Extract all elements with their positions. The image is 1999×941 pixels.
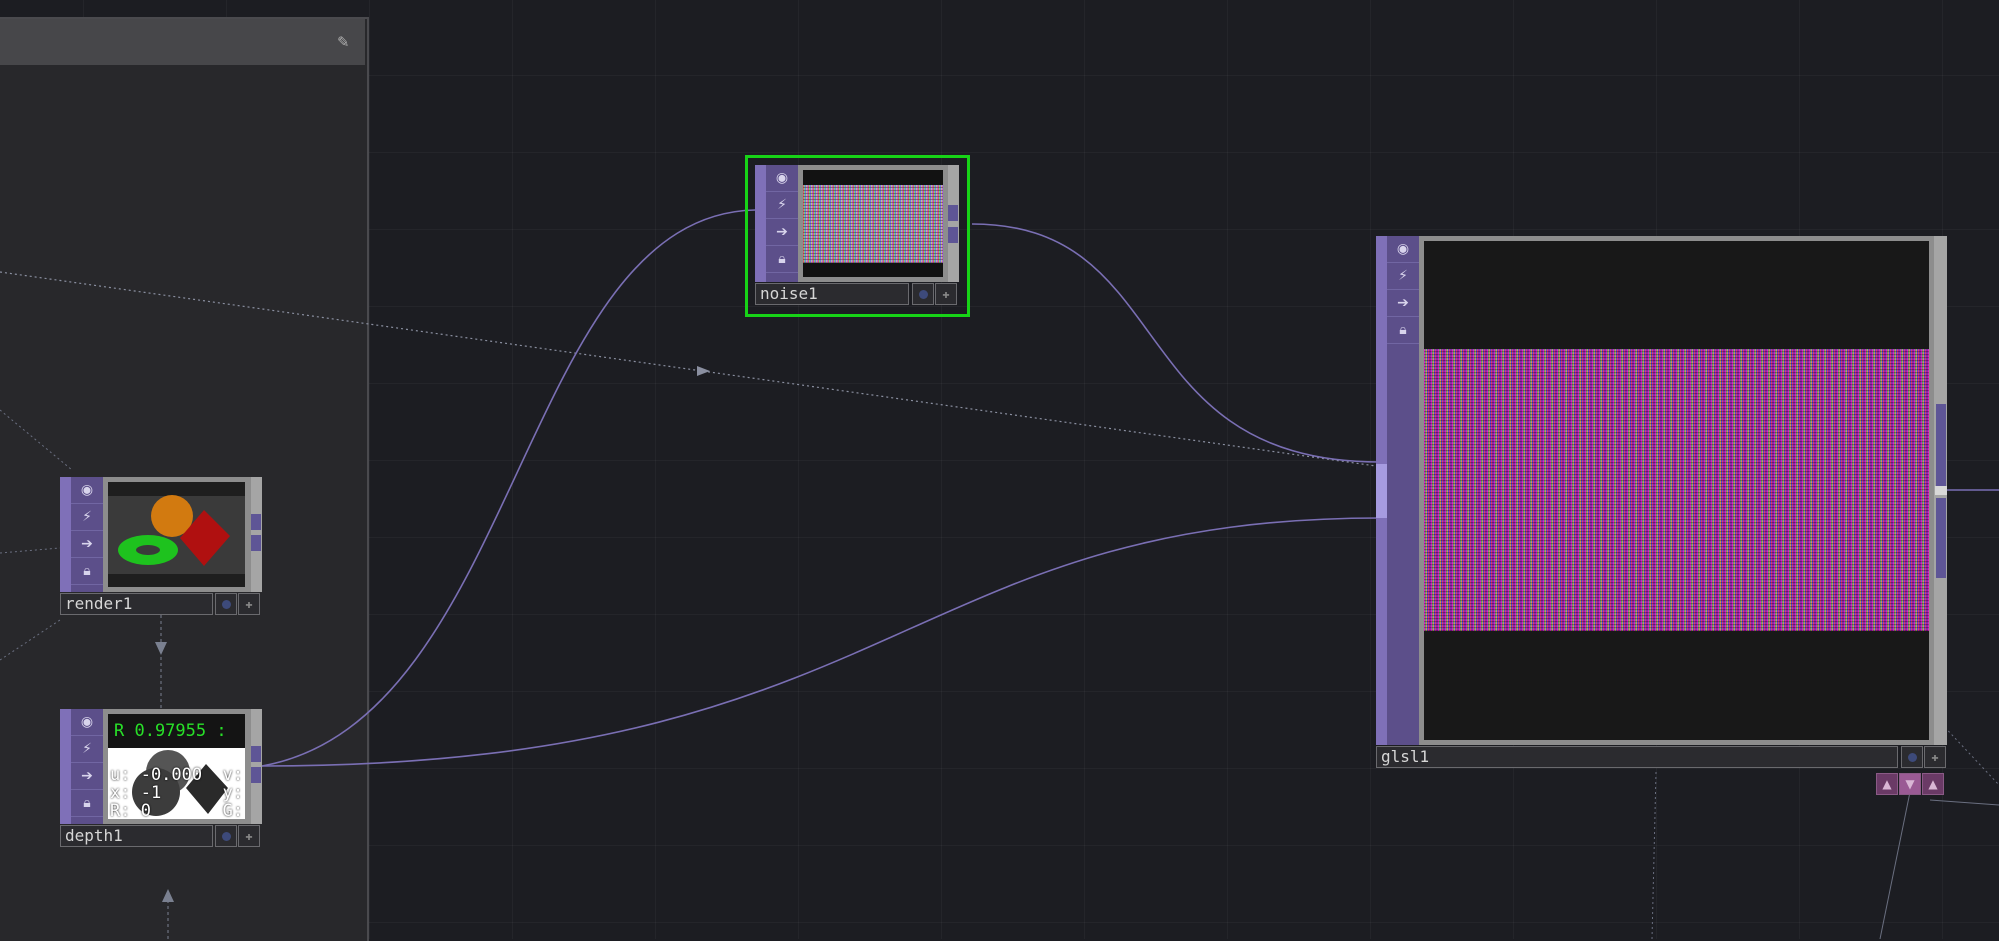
reference-arrow (155, 642, 167, 655)
depth1-readout-rg: R: 0 G: (110, 801, 244, 820)
bypass-icon[interactable]: ⚡ (1387, 263, 1419, 290)
wire-noise1-to-glsl1[interactable] (971, 223, 1381, 463)
cook-up-icon[interactable]: ▲ (1876, 773, 1898, 795)
render1-operator[interactable]: ◉ ⚡ ➔ 🔒︎ render1 ✚ (60, 477, 262, 617)
depth1-viewer-button[interactable] (215, 825, 237, 847)
glsl1-preview-image (1424, 349, 1929, 631)
render1-output-connector[interactable] (251, 514, 261, 530)
depth1-operator[interactable]: ◉ ⚡ ➔ 🔒︎ R 0.97955 : u: -0.000 v: x: -1 … (60, 709, 262, 849)
render1-output-connector[interactable] (251, 535, 261, 551)
viewer-dot-icon (221, 831, 231, 841)
viewer-dot-icon (918, 289, 928, 299)
viewer-dot-icon (221, 599, 231, 609)
render1-label[interactable]: render1 (60, 593, 213, 615)
reference-line (1879, 791, 1911, 939)
display-icon[interactable]: ➔ (1387, 290, 1419, 317)
bypass-icon[interactable]: ⚡ (71, 504, 103, 531)
depth1-label[interactable]: depth1 (60, 825, 213, 847)
render1-add-button[interactable]: ✚ (238, 593, 260, 615)
glsl1-operator[interactable]: ◉ ⚡ ➔ 🔒︎ glsl1 ✚ ▲ ▼ ▲ (1376, 236, 1947, 796)
bypass-icon[interactable]: ⚡ (766, 192, 798, 219)
lock-icon[interactable]: 🔒︎ (766, 246, 798, 273)
viewer-up-icon[interactable]: ▲ (1922, 773, 1944, 795)
reference-arrow (162, 889, 174, 902)
noise1-input-strip[interactable] (755, 165, 766, 282)
wire-depth1-to-noise1[interactable] (261, 209, 756, 767)
glsl1-output-connector[interactable] (1936, 498, 1946, 578)
viewer-dot-icon (1907, 752, 1917, 762)
render1-preview-image (108, 495, 245, 574)
render1-input-strip[interactable] (60, 477, 71, 592)
glsl1-body[interactable]: ◉ ⚡ ➔ 🔒︎ (1376, 236, 1947, 745)
noise1-output-connector[interactable] (948, 227, 958, 243)
viewer-toggle-icon[interactable]: ◉ (766, 165, 798, 192)
noise1-operator[interactable]: ◉ ⚡ ➔ 🔒︎ noise1 ✚ (755, 165, 959, 306)
depth1-body[interactable]: ◉ ⚡ ➔ 🔒︎ R 0.97955 : u: -0.000 v: x: -1 … (60, 709, 262, 824)
depth1-readout-xy: x: -1 y: (110, 783, 244, 803)
reference-line (1937, 719, 1999, 786)
reference-line (1929, 799, 1999, 806)
depth1-readout-uv: u: -0.000 v: (110, 765, 244, 785)
glsl1-viewer[interactable] (1424, 241, 1929, 740)
bypass-icon[interactable]: ⚡ (71, 736, 103, 763)
lock-icon[interactable]: 🔒︎ (1387, 317, 1419, 344)
cook-down-icon[interactable]: ▼ (1899, 773, 1921, 795)
viewer-toggle-icon[interactable]: ◉ (71, 709, 103, 736)
viewer-toggle-icon[interactable]: ◉ (71, 477, 103, 504)
render1-viewer[interactable] (108, 482, 245, 587)
wire-depth1-to-glsl1[interactable] (261, 517, 1381, 767)
noise1-output-strip[interactable] (948, 165, 959, 282)
depth1-readout-value: R 0.97955 : (114, 721, 227, 741)
noise1-label[interactable]: noise1 (755, 283, 909, 305)
glsl1-output-marker (1935, 486, 1947, 495)
noise1-body[interactable]: ◉ ⚡ ➔ 🔒︎ (755, 165, 959, 282)
display-icon[interactable]: ➔ (71, 531, 103, 558)
reference-line (0, 619, 61, 661)
glsl1-viewer-button[interactable] (1901, 746, 1923, 768)
depth1-viewer[interactable]: R 0.97955 : u: -0.000 v: x: -1 y: R: 0 G… (108, 714, 245, 819)
depth1-flags: ◉ ⚡ ➔ 🔒︎ (71, 709, 103, 824)
depth1-output-connector[interactable] (251, 746, 261, 762)
reference-line (0, 409, 73, 471)
depth1-input-strip[interactable] (60, 709, 71, 824)
glsl1-add-button[interactable]: ✚ (1924, 746, 1946, 768)
glsl1-label[interactable]: glsl1 (1376, 746, 1898, 768)
render1-viewer-button[interactable] (215, 593, 237, 615)
reference-line (0, 547, 61, 554)
noise1-viewer[interactable] (803, 170, 943, 277)
render1-body[interactable]: ◉ ⚡ ➔ 🔒︎ (60, 477, 262, 592)
display-icon[interactable]: ➔ (766, 219, 798, 246)
render1-flags: ◉ ⚡ ➔ 🔒︎ (71, 477, 103, 592)
depth1-add-button[interactable]: ✚ (238, 825, 260, 847)
noise1-add-button[interactable]: ✚ (935, 283, 957, 305)
lock-icon[interactable]: 🔒︎ (71, 558, 103, 585)
lock-icon[interactable]: 🔒︎ (71, 790, 103, 817)
reference-line (0, 271, 1377, 467)
display-icon[interactable]: ➔ (71, 763, 103, 790)
reference-line (1651, 771, 1657, 939)
glsl1-flags: ◉ ⚡ ➔ 🔒︎ (1387, 236, 1419, 745)
noise1-flags: ◉ ⚡ ➔ 🔒︎ (766, 165, 798, 282)
noise1-output-connector[interactable] (948, 205, 958, 221)
reference-arrow (697, 366, 710, 376)
noise1-viewer-button[interactable] (912, 283, 934, 305)
depth1-output-connector[interactable] (251, 767, 261, 783)
noise1-preview-image (803, 185, 943, 263)
glsl1-output-connector[interactable] (1936, 404, 1946, 486)
viewer-toggle-icon[interactable]: ◉ (1387, 236, 1419, 263)
